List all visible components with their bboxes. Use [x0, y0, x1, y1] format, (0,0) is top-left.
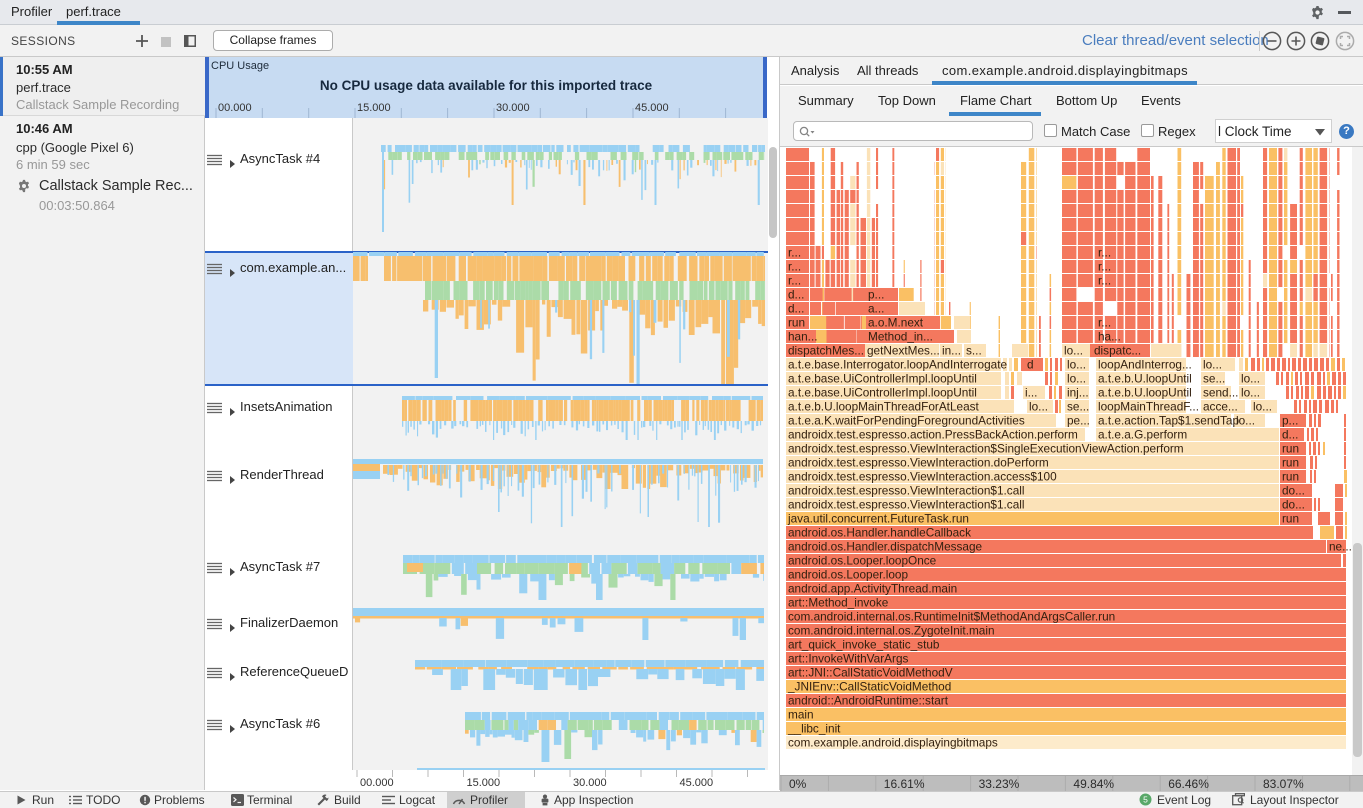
svg-text:androidx.test.espresso.ViewInt: androidx.test.espresso.ViewInteraction.a…: [788, 470, 1057, 484]
svg-text:androidx.test.espresso.ViewInt: androidx.test.espresso.ViewInteraction.d…: [788, 456, 1049, 470]
svg-text:a.t.e.a.K.waitForPendingForegr: a.t.e.a.K.waitForPendingForegroundActivi…: [788, 414, 1025, 428]
svg-text:art::InvokeWithVarArgs: art::InvokeWithVarArgs: [788, 652, 909, 666]
svg-text:loopAndInterrog...: loopAndInterrog...: [1098, 358, 1192, 372]
svg-text:_JNIEnv::CallStaticVoidMethod: _JNIEnv::CallStaticVoidMethod: [787, 680, 951, 694]
svg-text:r...: r...: [788, 260, 801, 274]
svg-text:d...: d...: [788, 288, 804, 302]
svg-text:android.os.Handler.dispatchMes: android.os.Handler.dispatchMessage: [788, 540, 983, 554]
svg-text:android.os.Handler.handleCallb: android.os.Handler.handleCallback: [788, 526, 971, 540]
svg-text:com.android.internal.os.Runtim: com.android.internal.os.RuntimeInit$Meth…: [788, 610, 1115, 624]
svg-text:main: main: [788, 708, 814, 722]
svg-text:androidx.test.espresso.ViewInt: androidx.test.espresso.ViewInteraction$1…: [788, 484, 1025, 498]
svg-text:pe...: pe...: [1067, 414, 1090, 428]
svg-text:5: 5: [1143, 795, 1148, 805]
svg-text:android.os.Looper.loop: android.os.Looper.loop: [788, 568, 908, 582]
svg-text:dispatchMes...: dispatchMes...: [788, 344, 864, 358]
svg-text:in...: in...: [942, 344, 961, 358]
svg-text:lo...: lo...: [1067, 372, 1086, 386]
svg-text:a.t.e.base.Interrogator.loopAn: a.t.e.base.Interrogator.loopAndInterroga…: [788, 358, 1007, 372]
svg-text:a.t.e.action.Tap$1.sendTap: a.t.e.action.Tap$1.sendTap: [1098, 414, 1239, 428]
svg-text:lo...: lo...: [1029, 400, 1048, 414]
svg-text:com.android.internal.os.Zygote: com.android.internal.os.ZygoteInit.main: [788, 624, 995, 638]
svg-text:p...: p...: [868, 288, 884, 302]
svg-text:lo...: lo...: [1064, 344, 1083, 358]
svg-text:d...: d...: [788, 302, 804, 316]
svg-text:han...: han...: [788, 330, 818, 344]
svg-text:r...: r...: [1098, 246, 1111, 260]
svg-text:run: run: [788, 316, 805, 330]
svg-text:se...: se...: [1203, 372, 1225, 386]
svg-text:i...: i...: [1025, 386, 1037, 400]
svg-text:__libc_init: __libc_init: [787, 722, 841, 736]
svg-text:r...: r...: [788, 274, 801, 288]
svg-text:r...: r...: [1098, 260, 1111, 274]
svg-text:a.t.e.a.G.perform: a.t.e.a.G.perform: [1098, 428, 1187, 442]
svg-text:send...: send...: [1203, 386, 1238, 400]
svg-text:a...: a...: [868, 302, 884, 316]
svg-text:run: run: [1282, 442, 1299, 456]
svg-text:acce...: acce...: [1203, 400, 1238, 414]
svg-text:art_quick_invoke_static_stub: art_quick_invoke_static_stub: [788, 638, 940, 652]
svg-text:do...: do...: [1282, 498, 1305, 512]
svg-text:p...: p...: [1282, 414, 1298, 428]
svg-text:r...: r...: [1098, 316, 1111, 330]
svg-text:d...: d...: [1282, 428, 1298, 442]
svg-text:lo...: lo...: [1241, 372, 1260, 386]
svg-text:do...: do...: [1282, 484, 1305, 498]
svg-text:r...: r...: [1098, 274, 1111, 288]
svg-text:Method_in...: Method_in...: [868, 330, 933, 344]
svg-text:inj...: inj...: [1067, 386, 1089, 400]
svg-text:d: d: [1027, 358, 1034, 372]
svg-text:android.app.ActivityThread.mai: android.app.ActivityThread.main: [788, 582, 957, 596]
svg-text:run: run: [1282, 470, 1299, 484]
svg-text:s...: s...: [966, 344, 982, 358]
svg-text:lo...: lo...: [1067, 358, 1086, 372]
svg-text:androidx.test.espresso.ViewInt: androidx.test.espresso.ViewInteraction$1…: [788, 498, 1025, 512]
svg-text:a.t.e.b.U.loopUntil: a.t.e.b.U.loopUntil: [1098, 386, 1192, 400]
svg-text:a.t.e.b.U.loopUntil: a.t.e.b.U.loopUntil: [1098, 372, 1192, 386]
svg-text:a.t.e.base.UiControllerImpl.lo: a.t.e.base.UiControllerImpl.loopUntil: [788, 372, 977, 386]
svg-text:lo...: lo...: [1203, 358, 1222, 372]
svg-text:getNextMes...: getNextMes...: [867, 344, 940, 358]
svg-text:run: run: [1282, 512, 1299, 526]
svg-text:art::Method_invoke: art::Method_invoke: [788, 596, 889, 610]
svg-text:run: run: [1282, 456, 1299, 470]
svg-text:ha...: ha...: [1098, 330, 1121, 344]
svg-text:lo...: lo...: [1236, 414, 1255, 428]
svg-text:a.o.M.next: a.o.M.next: [868, 316, 924, 330]
svg-text:loopMainThreadF...: loopMainThreadF...: [1098, 400, 1199, 414]
svg-text:java.util.concurrent.FutureTas: java.util.concurrent.FutureTask.run: [787, 512, 969, 526]
svg-text:a.t.e.base.UiControllerImpl.lo: a.t.e.base.UiControllerImpl.loopUntil: [788, 386, 977, 400]
svg-text:lo...: lo...: [1241, 386, 1260, 400]
svg-text:dispatc...: dispatc...: [1094, 344, 1141, 358]
svg-text:android::AndroidRuntime::start: android::AndroidRuntime::start: [788, 694, 949, 708]
svg-text:lo...: lo...: [1253, 400, 1272, 414]
svg-text:androidx.test.espresso.ViewInt: androidx.test.espresso.ViewInteraction$S…: [788, 442, 1184, 456]
svg-text:a.t.e.b.U.loopMainThreadForAtL: a.t.e.b.U.loopMainThreadForAtLeast: [788, 400, 980, 414]
svg-text:androidx.test.espresso.action.: androidx.test.espresso.action.PressBackA…: [788, 428, 1078, 442]
svg-text:android.os.Looper.loopOnce: android.os.Looper.loopOnce: [788, 554, 937, 568]
svg-text:ne...: ne...: [1329, 540, 1352, 554]
svg-text:se...: se...: [1067, 400, 1089, 414]
svg-text:r...: r...: [788, 246, 801, 260]
svg-text:com.example.android.displaying: com.example.android.displayingbitmaps: [788, 736, 998, 750]
svg-text:art::JNI::CallStaticVoidMethod: art::JNI::CallStaticVoidMethodV: [788, 666, 953, 680]
